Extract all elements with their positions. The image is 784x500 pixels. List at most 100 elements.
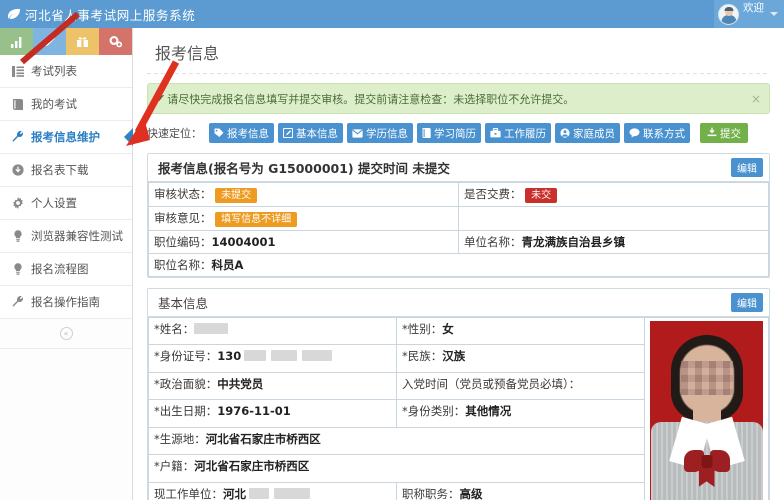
tile-gift[interactable] (66, 28, 99, 55)
tag-icon (214, 128, 224, 138)
identity-type-value: 其他情况 (465, 404, 512, 419)
user-circle-icon (560, 128, 570, 138)
submit-label: 提交 (720, 127, 741, 140)
basic-info-title: 基本信息 (158, 296, 209, 311)
user-menu[interactable]: 欢迎 (714, 0, 784, 28)
edit-button-basic-info[interactable]: 编辑 (731, 293, 763, 312)
household-label: *户籍： (154, 459, 195, 474)
sidebar-item-registration-flowchart[interactable]: 报名流程图 (0, 253, 132, 286)
status-badge: 未提交 (215, 188, 258, 203)
quicknav-label: 基本信息 (296, 127, 338, 140)
id-photo (650, 321, 763, 500)
quicknav-label: 学习简历 (434, 127, 476, 140)
work-unit-cell: 现工作单位：河北 (148, 481, 397, 500)
quicknav-work-history[interactable]: 工作履历 (485, 123, 551, 143)
gender-label: *性别： (402, 322, 443, 336)
gender-value: 女 (442, 322, 454, 336)
quicknav-report-info[interactable]: 报考信息 (209, 123, 274, 143)
pencil-square-icon (283, 128, 293, 138)
quicknav-study-resume[interactable]: 学习简历 (417, 123, 481, 143)
sidebar-item-label: 报考信息维护 (31, 130, 100, 144)
tile-gears[interactable] (99, 28, 132, 55)
audit-opinion-empty-cell (458, 206, 769, 231)
list-icon (11, 65, 24, 77)
chevron-down-icon[interactable] (770, 12, 778, 16)
household-value: 河北省石家庄市桥西区 (194, 459, 310, 474)
sidebar-item-exam-list[interactable]: 考试列表 (0, 55, 132, 88)
sidebar-item-report-info-maintain[interactable]: 报考信息维护 (0, 121, 133, 154)
position-name-label: 职位名称： (154, 258, 212, 272)
sidebar-item-label: 浏览器兼容性测试 (31, 229, 123, 243)
envelope-icon (352, 128, 363, 138)
tile-pencil[interactable] (33, 28, 66, 55)
table-row: *姓名： *性别：女 (148, 316, 769, 500)
page-title: 报考信息 (155, 44, 220, 63)
sidebar-item-form-download[interactable]: 报名表下载 (0, 154, 132, 187)
table-row: 职位编码：14004001 单位名称：青龙满族自治县乡镇 (148, 230, 769, 254)
sidebar-shortcut-tiles (0, 28, 132, 55)
origin-value: 河北省石家庄市桥西区 (205, 431, 321, 446)
gears-icon (109, 35, 123, 48)
id-number-label: *身份证号： (154, 349, 218, 364)
sidebar-item-registration-guide[interactable]: 报名操作指南 (0, 286, 132, 319)
alert-banner: ✔ 请尽快完成报名信息填写并提交审核。提交前请注意检查：未选择职位不允许提交。 … (147, 83, 770, 114)
briefcase-icon (490, 128, 501, 138)
site-title: 河北省人事考试网上服务系统 (25, 7, 196, 23)
welcome-text: 欢迎 (743, 2, 764, 14)
lightbulb-icon (11, 230, 24, 242)
party-date-label: 入党时间（党员或预备党员必填）： (402, 376, 581, 391)
sidebar-item-my-exam[interactable]: 我的考试 (0, 88, 132, 121)
top-header-bar: 河北省人事考试网上服务系统 欢迎 (0, 0, 784, 28)
origin-cell: *生源地：河北省石家庄市桥西区 (148, 426, 645, 456)
sidebar-collapse-button[interactable]: « (0, 319, 132, 349)
table-row: 审核状态： 未提交 是否交费： 未交 (148, 182, 769, 207)
job-title-label: 职称职务： (402, 486, 460, 500)
quicknav-family-members[interactable]: 家庭成员 (555, 123, 620, 143)
submit-button[interactable]: 提交 (700, 123, 748, 143)
sidebar-item-label: 我的考试 (31, 97, 77, 111)
quicknav-label: 报考信息 (227, 127, 269, 140)
book-icon (422, 128, 431, 138)
report-info-panel-header: 报考信息(报名号为 G15000001) 提交时间 未提交 编辑 (148, 154, 769, 182)
gear-icon (11, 197, 24, 209)
report-info-panel: 报考信息(报名号为 G15000001) 提交时间 未提交 编辑 审核状态： 未… (147, 153, 770, 278)
close-icon[interactable]: × (751, 92, 761, 106)
welcome-text-wrap: 欢迎 (743, 3, 764, 25)
quicknav-education-info[interactable]: 学历信息 (347, 123, 413, 143)
active-pointer-icon (124, 128, 133, 146)
basic-info-panel-header: 基本信息 编辑 (148, 289, 769, 317)
job-title-value: 高级 (459, 486, 483, 500)
gender-cell: *性别：女 (396, 316, 645, 346)
id-number-cell: *身份证号：130 (148, 344, 397, 373)
upload-icon (707, 127, 717, 140)
birth-date-cell: *出生日期：1976-11-01 (148, 399, 397, 428)
unit-name-label: 单位名称： (464, 235, 522, 249)
audit-opinion-label: 审核意见： (154, 211, 212, 225)
quicknav-contact-info[interactable]: 联系方式 (624, 123, 690, 143)
identity-type-cell: *身份类别：其他情况 (396, 399, 645, 428)
party-date-cell: 入党时间（党员或预备党员必填）： (396, 371, 645, 401)
redacted-value (194, 323, 229, 334)
sidebar-item-label: 个人设置 (31, 196, 77, 210)
book-icon (11, 98, 24, 110)
identity-type-label: *身份类别： (402, 404, 466, 419)
download-circle-icon (11, 164, 24, 176)
check-icon: ✔ (156, 92, 166, 105)
brand: 河北省人事考试网上服务系统 (0, 5, 195, 24)
quicknav-basic-info[interactable]: 基本信息 (278, 123, 343, 143)
job-title-cell: 职称职务：高级 (396, 481, 645, 500)
sidebar-item-label: 报名流程图 (31, 262, 89, 276)
unit-name-cell: 单位名称：青龙满族自治县乡镇 (458, 230, 769, 254)
audit-opinion-cell: 审核意见： 填写信息不详细 (148, 206, 459, 231)
name-label: *姓名： (154, 322, 195, 336)
sidebar-item-browser-compat-test[interactable]: 浏览器兼容性测试 (0, 220, 132, 253)
tile-bar-chart[interactable] (0, 28, 33, 55)
alert-text: 请尽快完成报名信息填写并提交审核。提交前请注意检查：未选择职位不允许提交。 (167, 92, 575, 106)
gift-icon (76, 35, 89, 48)
bar-chart-icon (10, 36, 23, 48)
sidebar-item-personal-settings[interactable]: 个人设置 (0, 187, 132, 220)
edit-button-report-info[interactable]: 编辑 (731, 158, 763, 177)
sidebar-item-label: 考试列表 (31, 64, 77, 78)
work-unit-value: 河北 (223, 486, 246, 500)
ethnicity-cell: *民族：汉族 (396, 344, 645, 373)
